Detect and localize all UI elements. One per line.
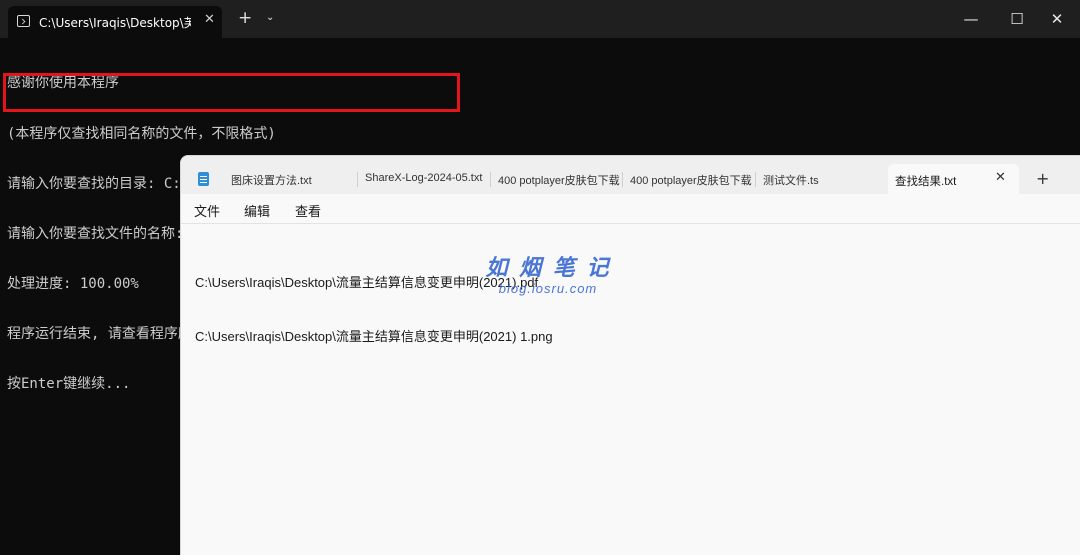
terminal-icon	[17, 15, 30, 27]
watermark: 如 烟 笔 记 blog.iosru.com	[478, 256, 618, 296]
notepad-icon	[198, 172, 209, 186]
highlight-box	[3, 73, 460, 112]
menu-file[interactable]: 文件	[194, 201, 220, 220]
tab-divider	[357, 172, 358, 187]
tab-divider	[622, 172, 623, 187]
menu-view[interactable]: 查看	[295, 201, 321, 220]
terminal-tab-title: C:\Users\Iraqis\Desktop\芙芙	[39, 16, 191, 30]
notepad-tab[interactable]: 图床设置方法.txt	[231, 172, 349, 188]
close-tab-icon[interactable]: ✕	[204, 12, 215, 27]
close-tab-icon[interactable]: ✕	[995, 170, 1006, 185]
text-line: C:\Users\Iraqis\Desktop\流量主结算信息变更申明(2021…	[195, 329, 553, 344]
tab-divider	[755, 172, 756, 187]
terminal-tab[interactable]: C:\Users\Iraqis\Desktop\芙芙 ✕	[8, 6, 222, 38]
close-window-button[interactable]: ✕	[1034, 6, 1080, 32]
chevron-down-icon[interactable]: ⌄	[266, 12, 274, 23]
notepad-tab[interactable]: 测试文件.ts	[763, 172, 881, 188]
watermark-url: blog.iosru.com	[498, 281, 598, 296]
notepad-window: 图床设置方法.txt ShareX-Log-2024-05.txt 400 po…	[180, 155, 1080, 555]
new-tab-button[interactable]: +	[238, 8, 252, 28]
watermark-title: 如 烟 笔 记	[485, 256, 611, 281]
notepad-tab[interactable]: ShareX-Log-2024-05.txt	[365, 172, 489, 184]
minimize-button[interactable]: —	[948, 6, 994, 32]
new-tab-button[interactable]: +	[1036, 169, 1049, 188]
notepad-tab[interactable]: 400 potplayer皮肤包下载	[498, 172, 620, 188]
terminal-titlebar: C:\Users\Iraqis\Desktop\芙芙 ✕ + ⌄ — ☐ ✕	[0, 0, 1080, 38]
terminal-line: (本程序仅查找相同名称的文件，不限格式)	[7, 125, 276, 142]
notepad-tab[interactable]: 400 potplayer皮肤包下载	[630, 172, 752, 188]
active-tab-label: 查找结果.txt	[895, 176, 957, 188]
notepad-menubar: 文件 编辑 查看	[181, 194, 1080, 224]
notepad-tabbar: 图床设置方法.txt ShareX-Log-2024-05.txt 400 po…	[181, 156, 1080, 194]
menu-edit[interactable]: 编辑	[244, 201, 270, 220]
tab-divider	[490, 172, 491, 187]
tab-active[interactable]: 查找结果.txt ✕	[888, 164, 1019, 194]
